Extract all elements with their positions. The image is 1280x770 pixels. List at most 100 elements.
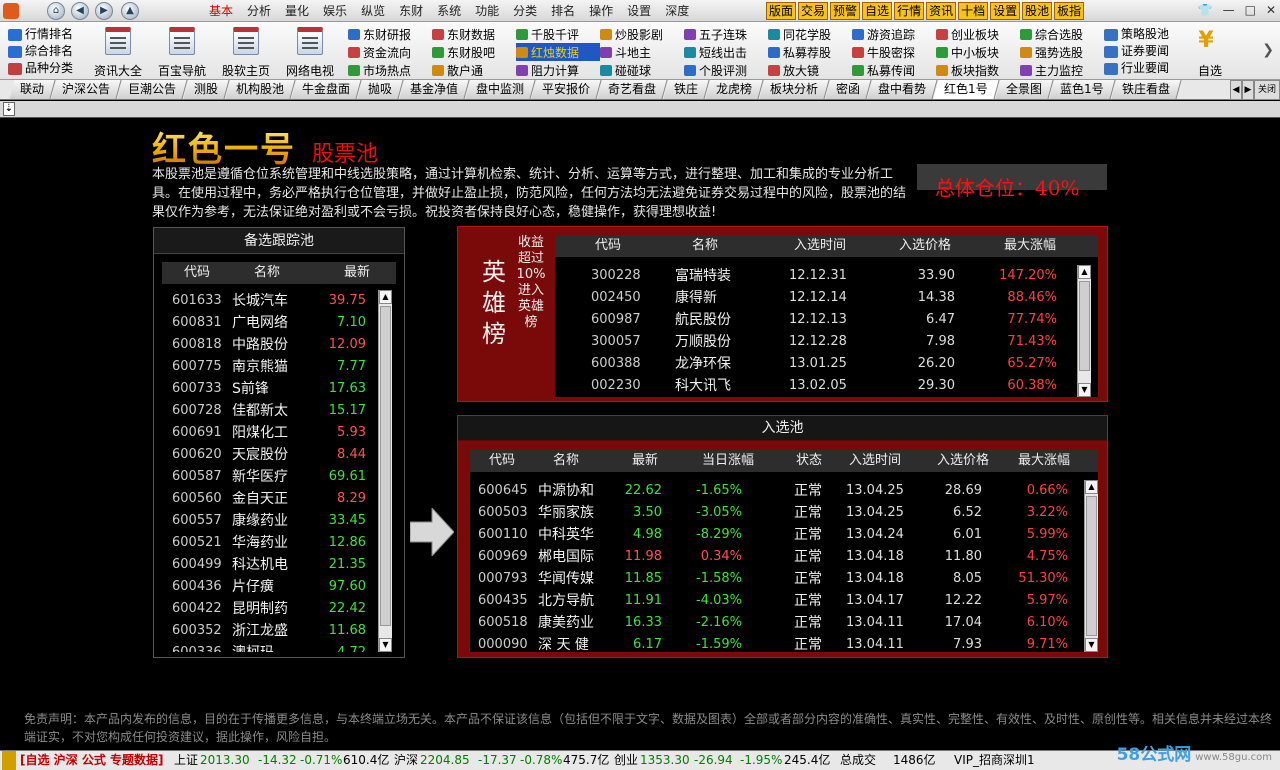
table-row[interactable]: 000090 深 天 健 6.17 -1.59% 正常 13.04.11 7.93 9.71% [470, 634, 1082, 652]
menu-5[interactable]: 东财 [392, 3, 430, 19]
up-icon[interactable]: ▲ [121, 2, 139, 20]
home-calendar-icon[interactable] [233, 27, 259, 55]
news-calendar-icon[interactable] [105, 27, 131, 55]
tab-9[interactable]: 平安报价 [531, 80, 602, 99]
tv-calendar-icon[interactable] [297, 27, 323, 55]
toolbar-grid-item[interactable]: 私募荐股 [768, 43, 852, 61]
toolbar-grid-item[interactable]: 游资追踪 [852, 25, 936, 43]
toolbar-grid-item[interactable]: 放大镜 [768, 61, 852, 79]
toolbar-grid-item[interactable]: 阻力计算 [516, 61, 600, 79]
scroll-down-icon[interactable]: ▼ [379, 638, 392, 652]
table-row[interactable]: 600645 中源协和 22.62 -1.65% 正常 13.04.25 28.69 0.66… [470, 480, 1082, 502]
toolbar-grid-item[interactable]: 强势选股 [1020, 43, 1104, 61]
menu-1[interactable]: 分析 [240, 3, 278, 19]
tab-8[interactable]: 盘中监测 [465, 80, 536, 99]
toolbar-left-item[interactable]: 综合排名 [8, 43, 80, 60]
table-row[interactable]: 600352 浙江龙盛 11.68 [162, 620, 378, 642]
scroll-down-icon[interactable]: ▼ [1078, 383, 1091, 397]
table-row[interactable]: 600336 澳柯玛 4.72 [162, 642, 378, 652]
home-icon[interactable]: ⌂ [47, 2, 65, 20]
skin-icon[interactable]: 👕 [1198, 3, 1213, 17]
toolbar-grid-item[interactable]: 短线出击 [684, 43, 768, 61]
tab-18[interactable]: 蓝色1号 [1049, 80, 1116, 99]
table-row[interactable]: 600518 康美药业 16.33 -2.16% 正常 13.04.11 17.04 6.10… [470, 612, 1082, 634]
tab-17[interactable]: 全景图 [995, 80, 1054, 99]
toolbar-grid-item[interactable]: 东财股吧 [432, 43, 516, 61]
table-row[interactable]: 600620 天宸股份 8.44 [162, 444, 378, 466]
menu-11[interactable]: 设置 [620, 3, 658, 19]
scroll-down-icon[interactable]: ▼ [1085, 638, 1098, 652]
menu-3[interactable]: 娱乐 [316, 3, 354, 19]
server-name[interactable]: VIP_招商深圳1 [954, 751, 1035, 770]
watch-scrollbar[interactable]: ▲ ▼ [378, 290, 392, 652]
toolbar-grid-item[interactable]: 板块指数 [936, 61, 1020, 79]
table-row[interactable]: 600436 片仔癀 97.60 [162, 576, 378, 598]
menu-6[interactable]: 系统 [430, 3, 468, 19]
table-row[interactable]: 600521 华海药业 12.86 [162, 532, 378, 554]
scroll-up-icon[interactable]: ▲ [1078, 265, 1091, 279]
table-row[interactable]: 600831 广电网络 7.10 [162, 312, 378, 334]
back-icon[interactable]: ◀ [71, 2, 89, 20]
toolbar-grid-item[interactable]: 资金流向 [348, 43, 432, 61]
quick-button-6[interactable]: 十档 [958, 2, 989, 20]
table-row[interactable]: 600560 金自天正 8.29 [162, 488, 378, 510]
table-row[interactable]: 600110 中科英华 4.98 -8.29% 正常 13.04.24 6.01 5.99% [470, 524, 1082, 546]
toolbar-grid-item[interactable]: 五子连珠 [684, 25, 768, 43]
toolbar-grid-item[interactable]: 炒股影剧 [600, 25, 684, 43]
tab-12[interactable]: 龙虎榜 [705, 80, 764, 99]
scroll-thumb[interactable] [380, 306, 391, 626]
yuan-icon[interactable]: ¥ [1192, 28, 1220, 58]
tab-7[interactable]: 基金净值 [399, 80, 470, 99]
tab-3[interactable]: 测股 [183, 80, 230, 99]
table-row[interactable]: 300057 万顺股份 12.12.28 7.98 71.43% [555, 331, 1075, 353]
toolbar-grid-item[interactable]: 碰碰球 [600, 61, 684, 79]
table-row[interactable]: 002230 科大讯飞 13.02.05 29.30 60.38% [555, 375, 1075, 397]
table-row[interactable]: 300228 富瑞特装 12.12.31 33.90 147.20% [555, 265, 1075, 287]
table-row[interactable]: 600987 航民股份 12.12.13 6.47 77.74% [555, 309, 1075, 331]
toolbar-left-item[interactable]: 行情排名 [8, 26, 80, 43]
tab-15[interactable]: 盘中看势 [867, 80, 938, 99]
pin-icon[interactable]: ⇣ [3, 102, 15, 116]
tab-1[interactable]: 沪深公告 [51, 80, 122, 99]
table-row[interactable]: 600557 康缘药业 33.45 [162, 510, 378, 532]
tab-13[interactable]: 板块分析 [759, 80, 830, 99]
table-row[interactable]: 600818 中路股份 12.09 [162, 334, 378, 356]
quick-button-7[interactable]: 设置 [990, 2, 1021, 20]
table-row[interactable]: 600422 昆明制药 22.42 [162, 598, 378, 620]
toolbar-grid-item[interactable]: 个股评测 [684, 61, 768, 79]
toolbar-grid-item[interactable]: 斗地主 [600, 43, 684, 61]
table-row[interactable]: 601633 长城汽车 39.75 [162, 290, 378, 312]
toolbar-grid-item[interactable]: 红烛数据 [516, 43, 600, 61]
menu-7[interactable]: 功能 [468, 3, 506, 19]
toolbar-left-item[interactable]: 品种分类 [8, 60, 80, 77]
table-row[interactable]: 600728 佳都新太 15.17 [162, 400, 378, 422]
quick-button-5[interactable]: 资讯 [926, 2, 957, 20]
tab-0[interactable]: 联动 [9, 80, 56, 99]
toolbar-scroll-icon[interactable]: ❯ [1262, 42, 1274, 58]
tab-14[interactable]: 密函 [825, 80, 872, 99]
maximize-icon[interactable]: □ [1245, 3, 1256, 17]
minimize-icon[interactable]: — [1223, 3, 1235, 17]
table-row[interactable]: 600775 南京熊猫 7.77 [162, 356, 378, 378]
table-row[interactable]: 600503 华丽家族 3.50 -3.05% 正常 13.04.25 6.52 3.22% [470, 502, 1082, 524]
toolbar-grid-item[interactable]: 创业板块 [936, 25, 1020, 43]
toolbar-right-item[interactable]: 策略股池 [1104, 26, 1176, 43]
menu-8[interactable]: 分类 [506, 3, 544, 19]
tab-5[interactable]: 牛金盘面 [291, 80, 362, 99]
tab-16[interactable]: 红色1号 [933, 80, 1000, 99]
tab-19[interactable]: 铁庄看盘 [1111, 80, 1182, 99]
table-row[interactable]: 600587 新华医疗 69.61 [162, 466, 378, 488]
tab-4[interactable]: 机构股池 [225, 80, 296, 99]
tab-prev-icon[interactable]: ◀ [1230, 80, 1242, 100]
toolbar-grid-item[interactable]: 中小板块 [936, 43, 1020, 61]
toolbar-grid-item[interactable]: 东财研报 [348, 25, 432, 43]
menu-0[interactable]: 基本 [202, 3, 240, 19]
toolbar-grid-item[interactable]: 牛股密探 [852, 43, 936, 61]
scroll-up-icon[interactable]: ▲ [1085, 480, 1098, 494]
quick-button-3[interactable]: 自选 [862, 2, 893, 20]
table-row[interactable]: 600969 郴电国际 11.98 0.34% 正常 13.04.18 11.80 4.75% [470, 546, 1082, 568]
toolbar-grid-item[interactable]: 千股千评 [516, 25, 600, 43]
table-row[interactable]: 600733 S前锋 17.63 [162, 378, 378, 400]
forward-icon[interactable]: ▶ [95, 2, 113, 20]
table-row[interactable]: 600691 阳煤化工 5.93 [162, 422, 378, 444]
